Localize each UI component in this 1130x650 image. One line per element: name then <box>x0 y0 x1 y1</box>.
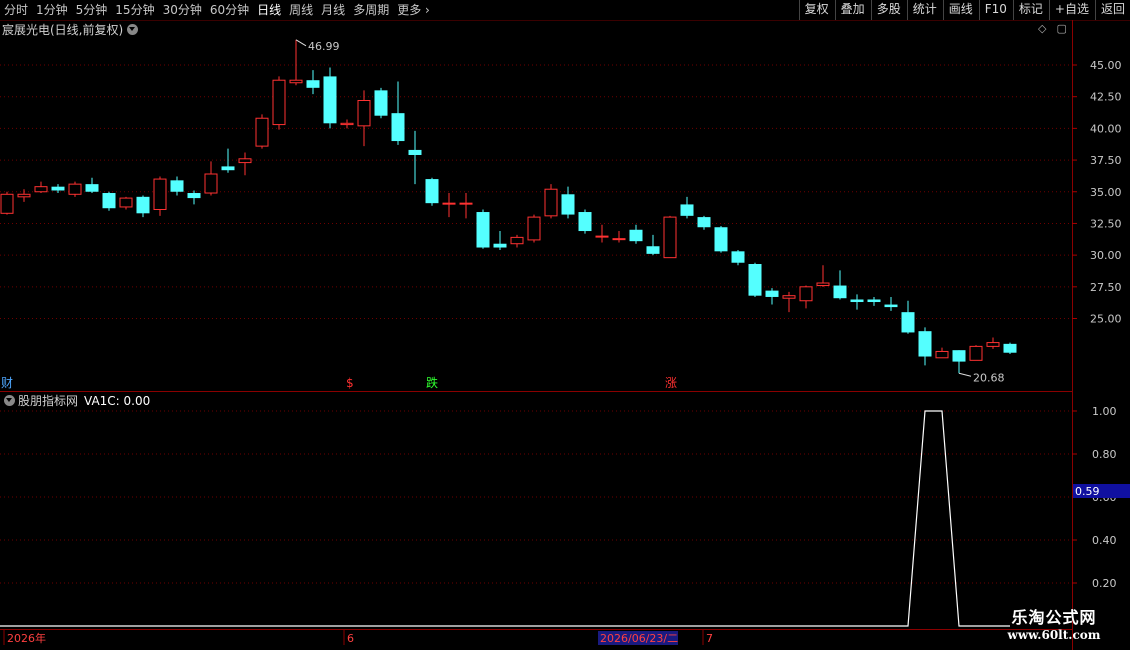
candle-body <box>646 246 660 254</box>
candle-body <box>272 79 286 126</box>
candle-body <box>459 202 473 205</box>
candle-body <box>663 216 677 259</box>
candle-body <box>867 299 881 303</box>
candle-body <box>595 235 609 238</box>
candle-body <box>731 251 745 263</box>
candle-body <box>204 173 218 194</box>
y-tick-label: 0.80 <box>1092 448 1117 461</box>
watermark-line2: www.60lt.com <box>1007 628 1101 642</box>
candle-body <box>0 193 14 214</box>
candle-body <box>833 285 847 299</box>
candle-body <box>85 184 99 192</box>
candle-body <box>153 178 167 210</box>
candle-body <box>68 183 82 195</box>
time-axis-label: 7 <box>706 632 713 645</box>
event-marker: 涨 <box>665 375 677 390</box>
candle-body <box>238 158 252 164</box>
max-price-label: 46.99 <box>308 40 340 53</box>
y-tick-label: 27.50 <box>1090 281 1122 294</box>
candle-body <box>306 80 320 88</box>
candle-body <box>799 286 813 302</box>
time-axis-label: 6 <box>347 632 354 645</box>
candle-body <box>952 350 966 362</box>
candle-body <box>170 180 184 192</box>
candle-body <box>612 238 626 241</box>
y-tick-label: 25.00 <box>1090 313 1122 326</box>
event-marker: 财 <box>1 376 13 390</box>
y-tick-label: 40.00 <box>1090 122 1122 135</box>
candle-body <box>340 122 354 126</box>
candle-body <box>374 90 388 116</box>
candle-body <box>527 216 541 241</box>
min-price-label: 20.68 <box>973 371 1005 384</box>
event-marker: $ <box>346 376 354 390</box>
candle-body <box>680 204 694 216</box>
candle-body <box>544 188 558 217</box>
candle-body <box>425 179 439 204</box>
candle-body <box>289 79 303 84</box>
candle-body <box>969 345 983 361</box>
watermark-line1: 乐淘公式网 <box>1011 608 1097 627</box>
y-tick-label: 35.00 <box>1090 186 1122 199</box>
time-axis-label: 2026/06/23/二 <box>600 632 678 645</box>
candle-body <box>136 196 150 214</box>
event-marker: 跌 <box>426 375 438 390</box>
candle-body <box>918 331 932 357</box>
candle-body <box>714 227 728 252</box>
watermark: 乐淘公式网 www.60lt.com <box>990 608 1118 642</box>
y-tick-label: 32.50 <box>1090 217 1122 230</box>
y-tick-label: 0.20 <box>1092 577 1117 590</box>
y-tick-label: 37.50 <box>1090 154 1122 167</box>
candle-body <box>901 312 915 333</box>
candle-body <box>782 295 796 299</box>
candle-body <box>476 212 490 248</box>
candle-body <box>935 350 949 359</box>
candle-body <box>629 229 643 242</box>
candle-body <box>51 186 65 191</box>
candle-body <box>765 290 779 297</box>
candle-body <box>1003 343 1017 353</box>
candle-body <box>816 282 830 287</box>
candle-body <box>408 149 422 155</box>
candle-body <box>323 76 337 124</box>
candle-body <box>561 194 575 215</box>
candle-body <box>119 197 133 208</box>
candle-body <box>34 186 48 193</box>
y-tick-label: 1.00 <box>1092 405 1117 418</box>
candle-body <box>17 193 31 198</box>
candle-body <box>697 217 711 228</box>
candle-body <box>986 342 1000 347</box>
candle-body <box>187 193 201 199</box>
chart-canvas[interactable]: 25.00 27.50 30.00 32.50 35.00 37.50 40.00 42.50… <box>0 0 1130 650</box>
candle-body <box>510 236 524 245</box>
y-tick-label: 42.50 <box>1090 91 1122 104</box>
time-axis-label: 2026年 <box>7 631 46 645</box>
candle-body <box>102 193 116 209</box>
candle-body <box>493 243 507 248</box>
candle-body <box>578 212 592 232</box>
value-badge-text: 0.59 <box>1075 485 1100 498</box>
min-pointer <box>958 372 972 377</box>
candle-body <box>442 202 456 205</box>
candle-body <box>850 299 864 303</box>
candle-body <box>391 113 405 142</box>
candle-body <box>221 166 235 171</box>
y-tick-label: 0.40 <box>1092 534 1117 547</box>
max-pointer <box>295 39 307 47</box>
candle-body <box>357 99 371 127</box>
y-tick-label: 30.00 <box>1090 249 1122 262</box>
candle-body <box>748 263 762 296</box>
y-tick-label: 45.00 <box>1090 59 1122 72</box>
va1c-line <box>0 410 1010 627</box>
candle-body <box>255 117 269 147</box>
candle-body <box>884 304 898 308</box>
